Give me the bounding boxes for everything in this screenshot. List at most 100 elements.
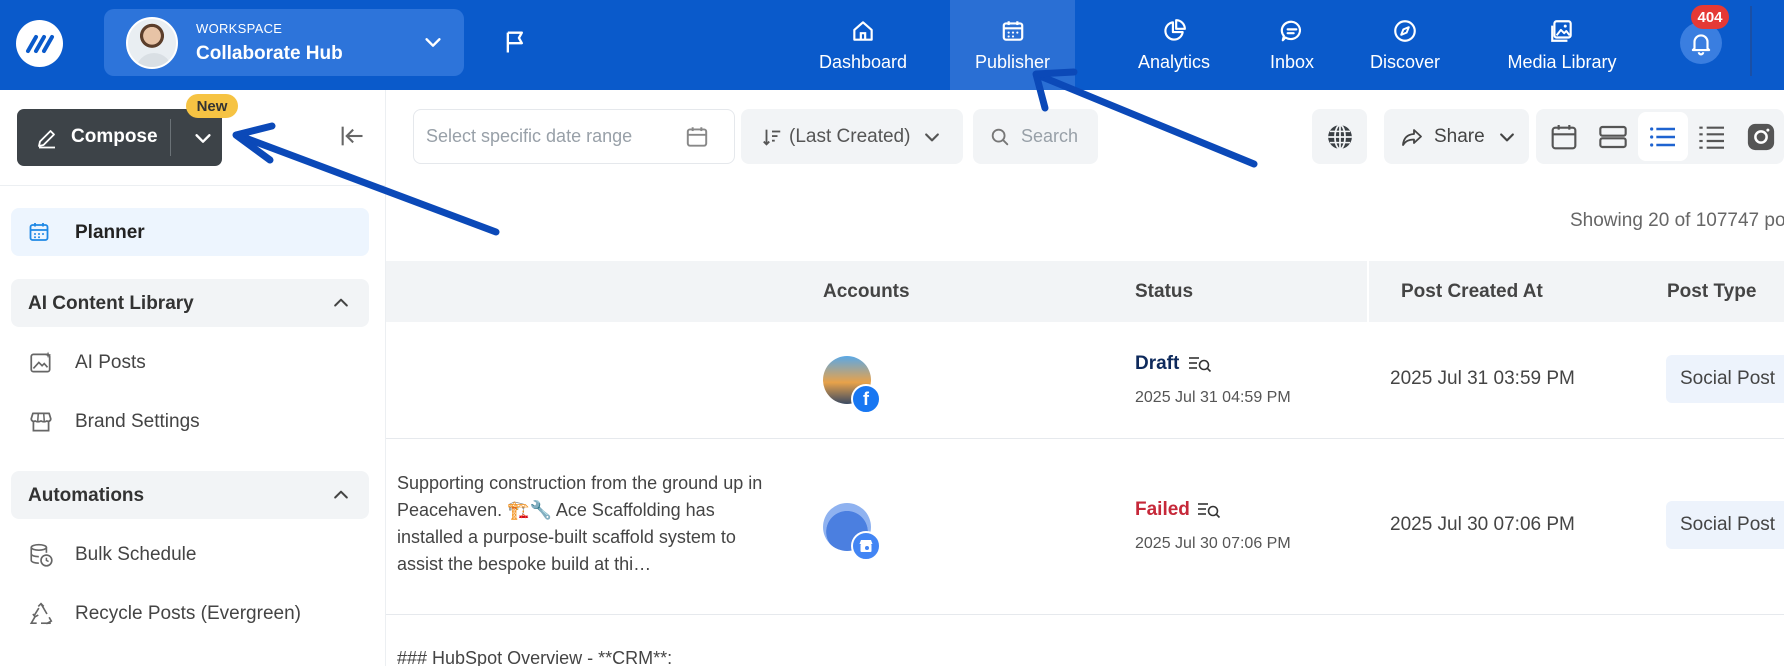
- compass-icon: [1394, 19, 1416, 42]
- nav-inbox[interactable]: Inbox: [1252, 0, 1332, 90]
- flag-icon[interactable]: [502, 28, 530, 56]
- post-created-at: 2025 Jul 31 03:59 PM: [1390, 368, 1575, 389]
- recycle-posts-label: Recycle Posts (Evergreen): [75, 603, 301, 624]
- chevron-up-icon: [334, 490, 348, 499]
- row-divider: [386, 438, 1784, 439]
- workspace-switcher[interactable]: WORKSPACE Collaborate Hub: [104, 9, 464, 76]
- account-avatar[interactable]: f: [823, 356, 881, 414]
- section-ai-content-library[interactable]: AI Content Library: [11, 279, 369, 327]
- brand-settings-label: Brand Settings: [75, 411, 200, 432]
- header-divider: [1367, 261, 1369, 322]
- share-icon: [1402, 128, 1422, 146]
- workspace-avatar: [126, 17, 178, 69]
- recycle-icon: [29, 602, 53, 625]
- logo-icon: [25, 34, 54, 53]
- workspace-kicker: WORKSPACE: [196, 21, 283, 36]
- app-logo[interactable]: [16, 20, 63, 67]
- pie-chart-icon: [1164, 18, 1186, 41]
- post-content-text[interactable]: ### HubSpot Overview - **CRM**:: [397, 645, 767, 666]
- feed-view-icon[interactable]: [1597, 121, 1629, 153]
- chevron-up-icon: [334, 298, 348, 307]
- sidebar-item-recycle-posts[interactable]: Recycle Posts (Evergreen): [28, 599, 368, 629]
- section-label: AI Content Library: [28, 293, 194, 314]
- nav-discover[interactable]: Discover: [1362, 0, 1448, 90]
- database-clock-icon: [30, 543, 53, 567]
- header-post-created-at: Post Created At: [1401, 281, 1543, 302]
- globe-icon: [1327, 123, 1352, 150]
- chat-icon: [1280, 20, 1301, 41]
- compose-label: Compose: [71, 126, 158, 147]
- calendar-icon: [686, 127, 708, 147]
- search-icon: [991, 128, 1009, 145]
- compose-button[interactable]: Compose: [17, 109, 222, 166]
- account-avatar[interactable]: [823, 503, 881, 561]
- calendar-icon: [1002, 20, 1023, 41]
- instagram-grid-view-icon[interactable]: [1746, 122, 1776, 152]
- sort-dropdown[interactable]: (Last Created): [741, 109, 963, 164]
- status-failed: Failed: [1135, 499, 1190, 520]
- chevron-down-icon: [425, 38, 441, 47]
- chevron-down-icon: [925, 132, 940, 141]
- list-view-icon[interactable]: [1647, 121, 1679, 153]
- row-divider: [386, 614, 1784, 615]
- storefront-icon: [30, 412, 52, 432]
- sidebar-divider: [0, 185, 386, 186]
- status-draft: Draft: [1135, 353, 1180, 374]
- share-label: Share: [1434, 125, 1485, 147]
- image-icon: [1551, 19, 1572, 42]
- sort-label: (Last Created): [789, 125, 911, 147]
- date-range-picker[interactable]: Select specific date range: [413, 109, 735, 164]
- storefront-icon: [859, 540, 873, 552]
- bulk-schedule-label: Bulk Schedule: [75, 544, 197, 565]
- date-range-placeholder: Select specific date range: [426, 126, 633, 146]
- share-button[interactable]: Share: [1384, 109, 1529, 164]
- new-badge: New: [186, 94, 238, 118]
- table-header: [386, 261, 1784, 322]
- sidebar-item-bulk-schedule[interactable]: Bulk Schedule: [28, 540, 368, 570]
- sidebar-item-planner[interactable]: Planner: [11, 208, 369, 256]
- search-input[interactable]: Search: [973, 109, 1098, 164]
- status-date: 2025 Jul 30 07:06 PM: [1135, 535, 1291, 552]
- home-icon: [853, 20, 873, 41]
- sidebar-item-ai-posts[interactable]: AI Posts: [28, 348, 368, 378]
- results-count: Showing 20 of 107747 po: [1570, 210, 1784, 231]
- sidebar: Compose Planner AI Content Library AI Po…: [0, 90, 386, 666]
- planner-label: Planner: [75, 222, 145, 243]
- section-label: Automations: [28, 485, 145, 506]
- status-date: 2025 Jul 31 04:59 PM: [1135, 389, 1291, 406]
- header-post-type: Post Type: [1667, 281, 1757, 302]
- nav-media-library[interactable]: Media Library: [1500, 0, 1624, 90]
- compact-list-view-icon[interactable]: [1696, 121, 1728, 153]
- view-details-icon[interactable]: [1188, 354, 1212, 376]
- section-automations[interactable]: Automations: [11, 471, 369, 519]
- calendar-view-icon[interactable]: [1548, 121, 1580, 153]
- post-content-text[interactable]: Supporting construction from the ground …: [397, 470, 767, 580]
- topbar-divider: [1750, 6, 1752, 76]
- notification-count-badge: 404: [1691, 5, 1729, 29]
- post-type-badge: Social Post: [1666, 355, 1784, 403]
- nav-dashboard[interactable]: Dashboard: [806, 0, 920, 90]
- workspace-name: Collaborate Hub: [196, 43, 343, 64]
- ai-posts-label: AI Posts: [75, 352, 146, 373]
- calendar-icon: [29, 223, 49, 241]
- chevron-down-icon[interactable]: [192, 127, 214, 149]
- bell-icon: [1691, 34, 1711, 56]
- timezone-button[interactable]: [1312, 109, 1367, 164]
- chevron-down-icon: [1499, 132, 1514, 141]
- nav-analytics[interactable]: Analytics: [1110, 0, 1238, 90]
- sort-icon: [763, 129, 781, 146]
- ai-image-icon: [30, 351, 52, 373]
- compose-separator: [170, 119, 171, 156]
- pencil-icon: [38, 130, 55, 149]
- header-status: Status: [1135, 281, 1194, 302]
- collapse-sidebar-icon[interactable]: [338, 122, 366, 150]
- sidebar-item-brand-settings[interactable]: Brand Settings: [28, 407, 368, 437]
- view-details-icon[interactable]: [1197, 500, 1221, 522]
- header-accounts: Accounts: [823, 281, 910, 302]
- facebook-icon: f: [851, 384, 881, 414]
- google-business-icon: [851, 531, 881, 561]
- post-type-badge: Social Post: [1666, 501, 1784, 549]
- top-bar: WORKSPACE Collaborate Hub Dashboard Publ…: [0, 0, 1784, 90]
- post-created-at: 2025 Jul 30 07:06 PM: [1390, 514, 1575, 535]
- nav-publisher[interactable]: Publisher: [950, 0, 1075, 90]
